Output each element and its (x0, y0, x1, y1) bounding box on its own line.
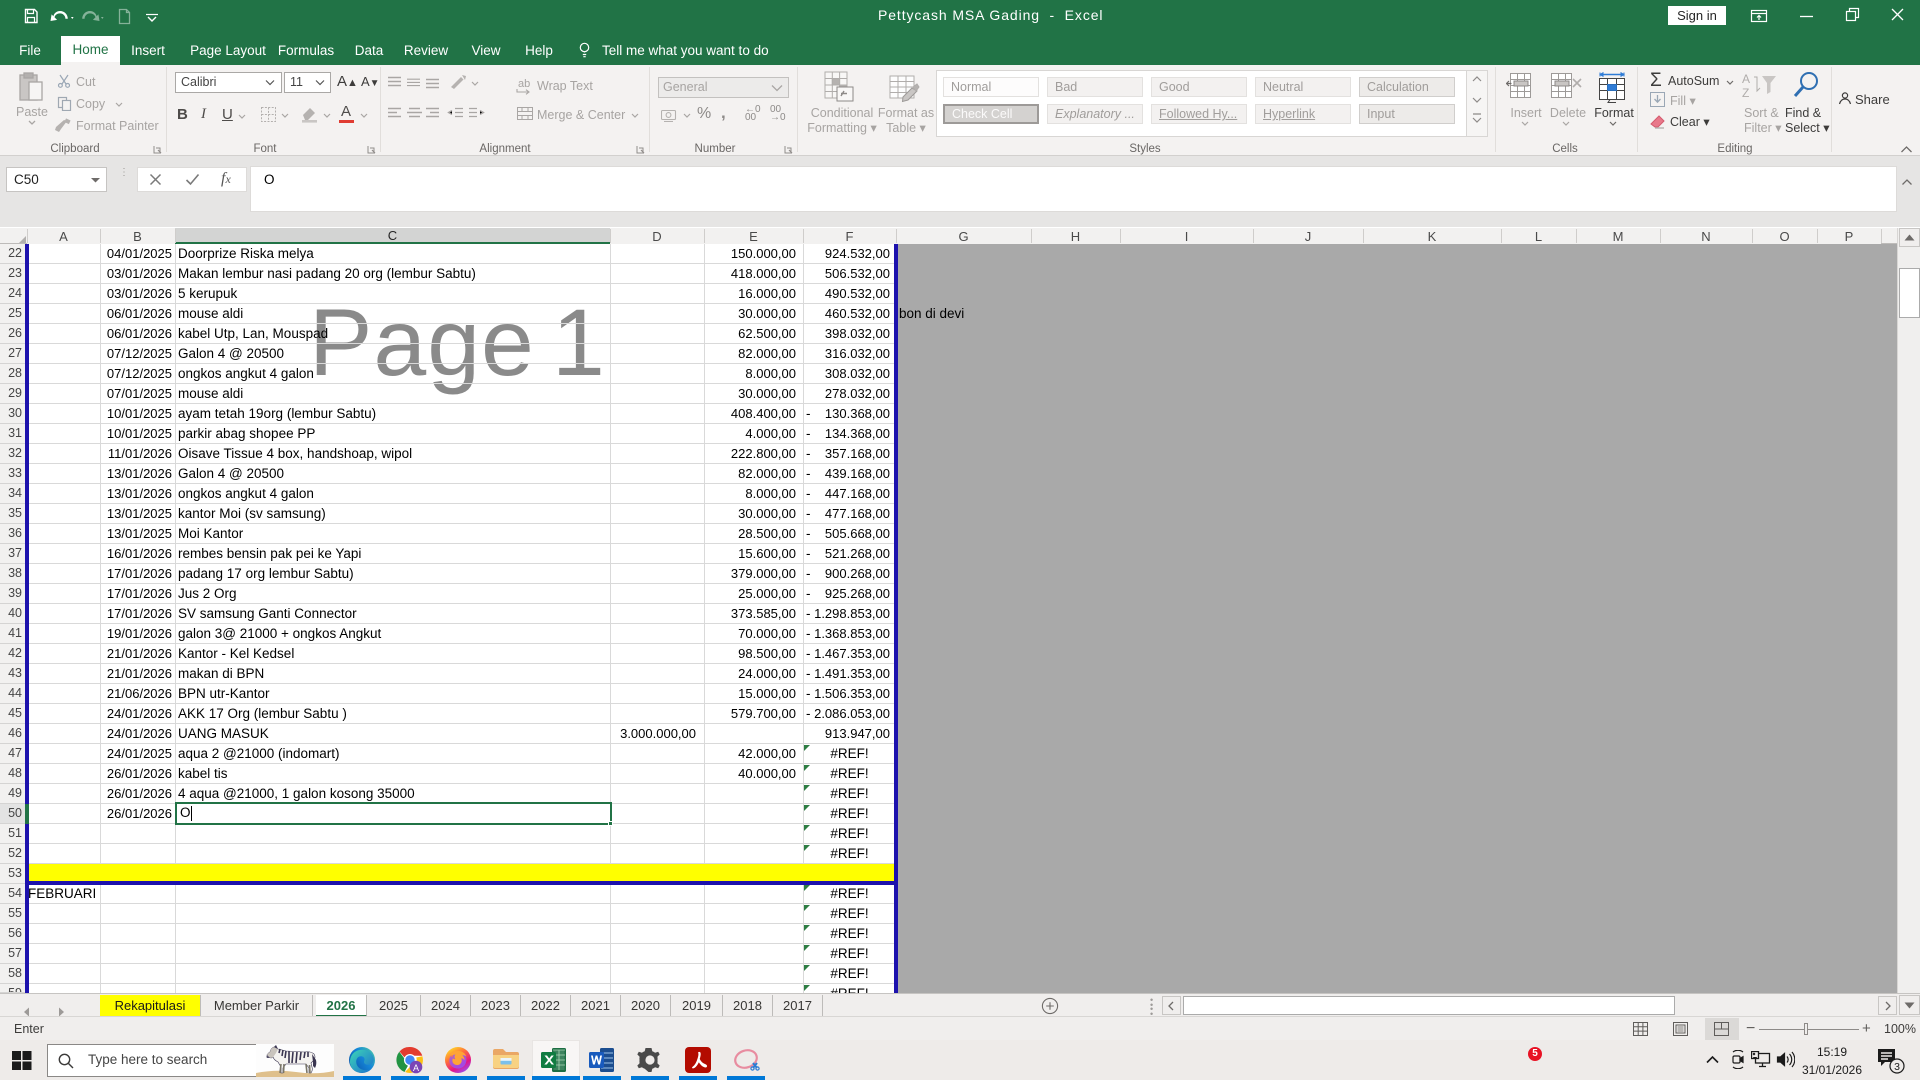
svg-text:3: 3 (1894, 1061, 1900, 1073)
svg-text:Z: Z (1742, 86, 1749, 100)
svg-text:A: A (413, 1063, 419, 1073)
svg-text:A: A (1742, 72, 1750, 86)
